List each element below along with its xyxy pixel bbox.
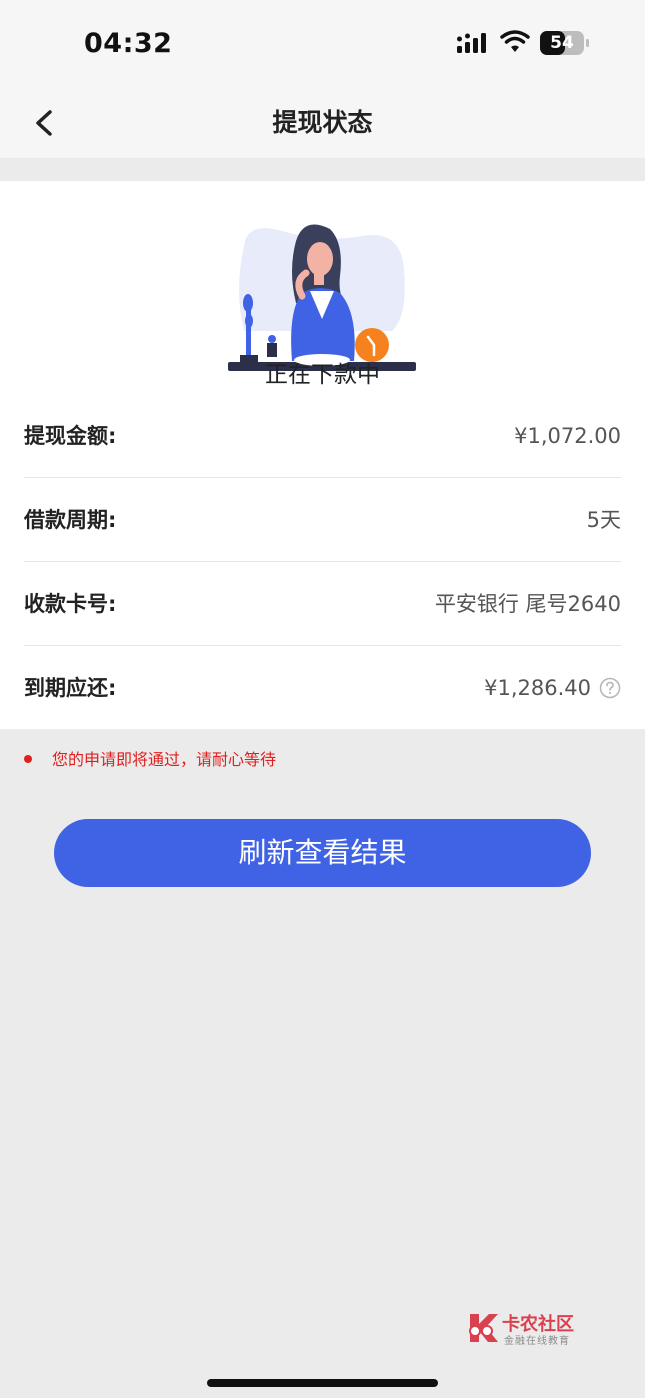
row-label: 收款卡号: [24, 592, 117, 616]
watermark: 卡农社区 金融在线教育 [464, 1310, 594, 1350]
waiting-woman-illustration [228, 224, 416, 371]
notice: 您的申请即将通过，请耐心等待 [24, 749, 276, 771]
status-time: 04:32 [84, 28, 173, 59]
detail-row-period: 借款周期: 5天 [24, 478, 621, 562]
cellular-signal-icon [457, 33, 486, 53]
notice-text: 您的申请即将通过，请耐心等待 [52, 750, 277, 769]
home-indicator[interactable] [207, 1379, 438, 1387]
row-value: ¥1,286.40 [484, 676, 591, 700]
detail-row-due: 到期应还: ¥1,286.40 [24, 646, 621, 730]
notice-dot-icon [24, 755, 32, 763]
battery-level: 54 [550, 33, 574, 53]
row-label: 借款周期: [24, 508, 117, 532]
detail-row-card: 收款卡号: 平安银行 尾号2640 [24, 562, 621, 646]
nav-bar: 提现状态 [0, 88, 645, 158]
row-label: 提现金额: [24, 424, 117, 448]
status-text: 正在下款中 [265, 362, 380, 388]
withdraw-status-card: 正在下款中 提现金额: ¥1,072.00 借款周期: 5天 收款卡号: 平安银… [0, 181, 645, 729]
help-question-icon[interactable] [599, 677, 621, 699]
wifi-icon [500, 30, 530, 52]
page-title: 提现状态 [272, 108, 373, 137]
row-value: 5天 [586, 508, 621, 532]
status-bar: 04:32 54 [0, 0, 645, 88]
kanong-logo-icon [469, 1314, 498, 1342]
row-value: ¥1,072.00 [514, 424, 621, 448]
row-value: 平安银行 尾号2640 [434, 592, 621, 616]
watermark-subtitle: 金融在线教育 [504, 1336, 570, 1347]
detail-row-amount: 提现金额: ¥1,072.00 [24, 394, 621, 478]
row-label: 到期应还: [24, 676, 117, 700]
refresh-button[interactable]: 刷新查看结果 [54, 819, 591, 887]
